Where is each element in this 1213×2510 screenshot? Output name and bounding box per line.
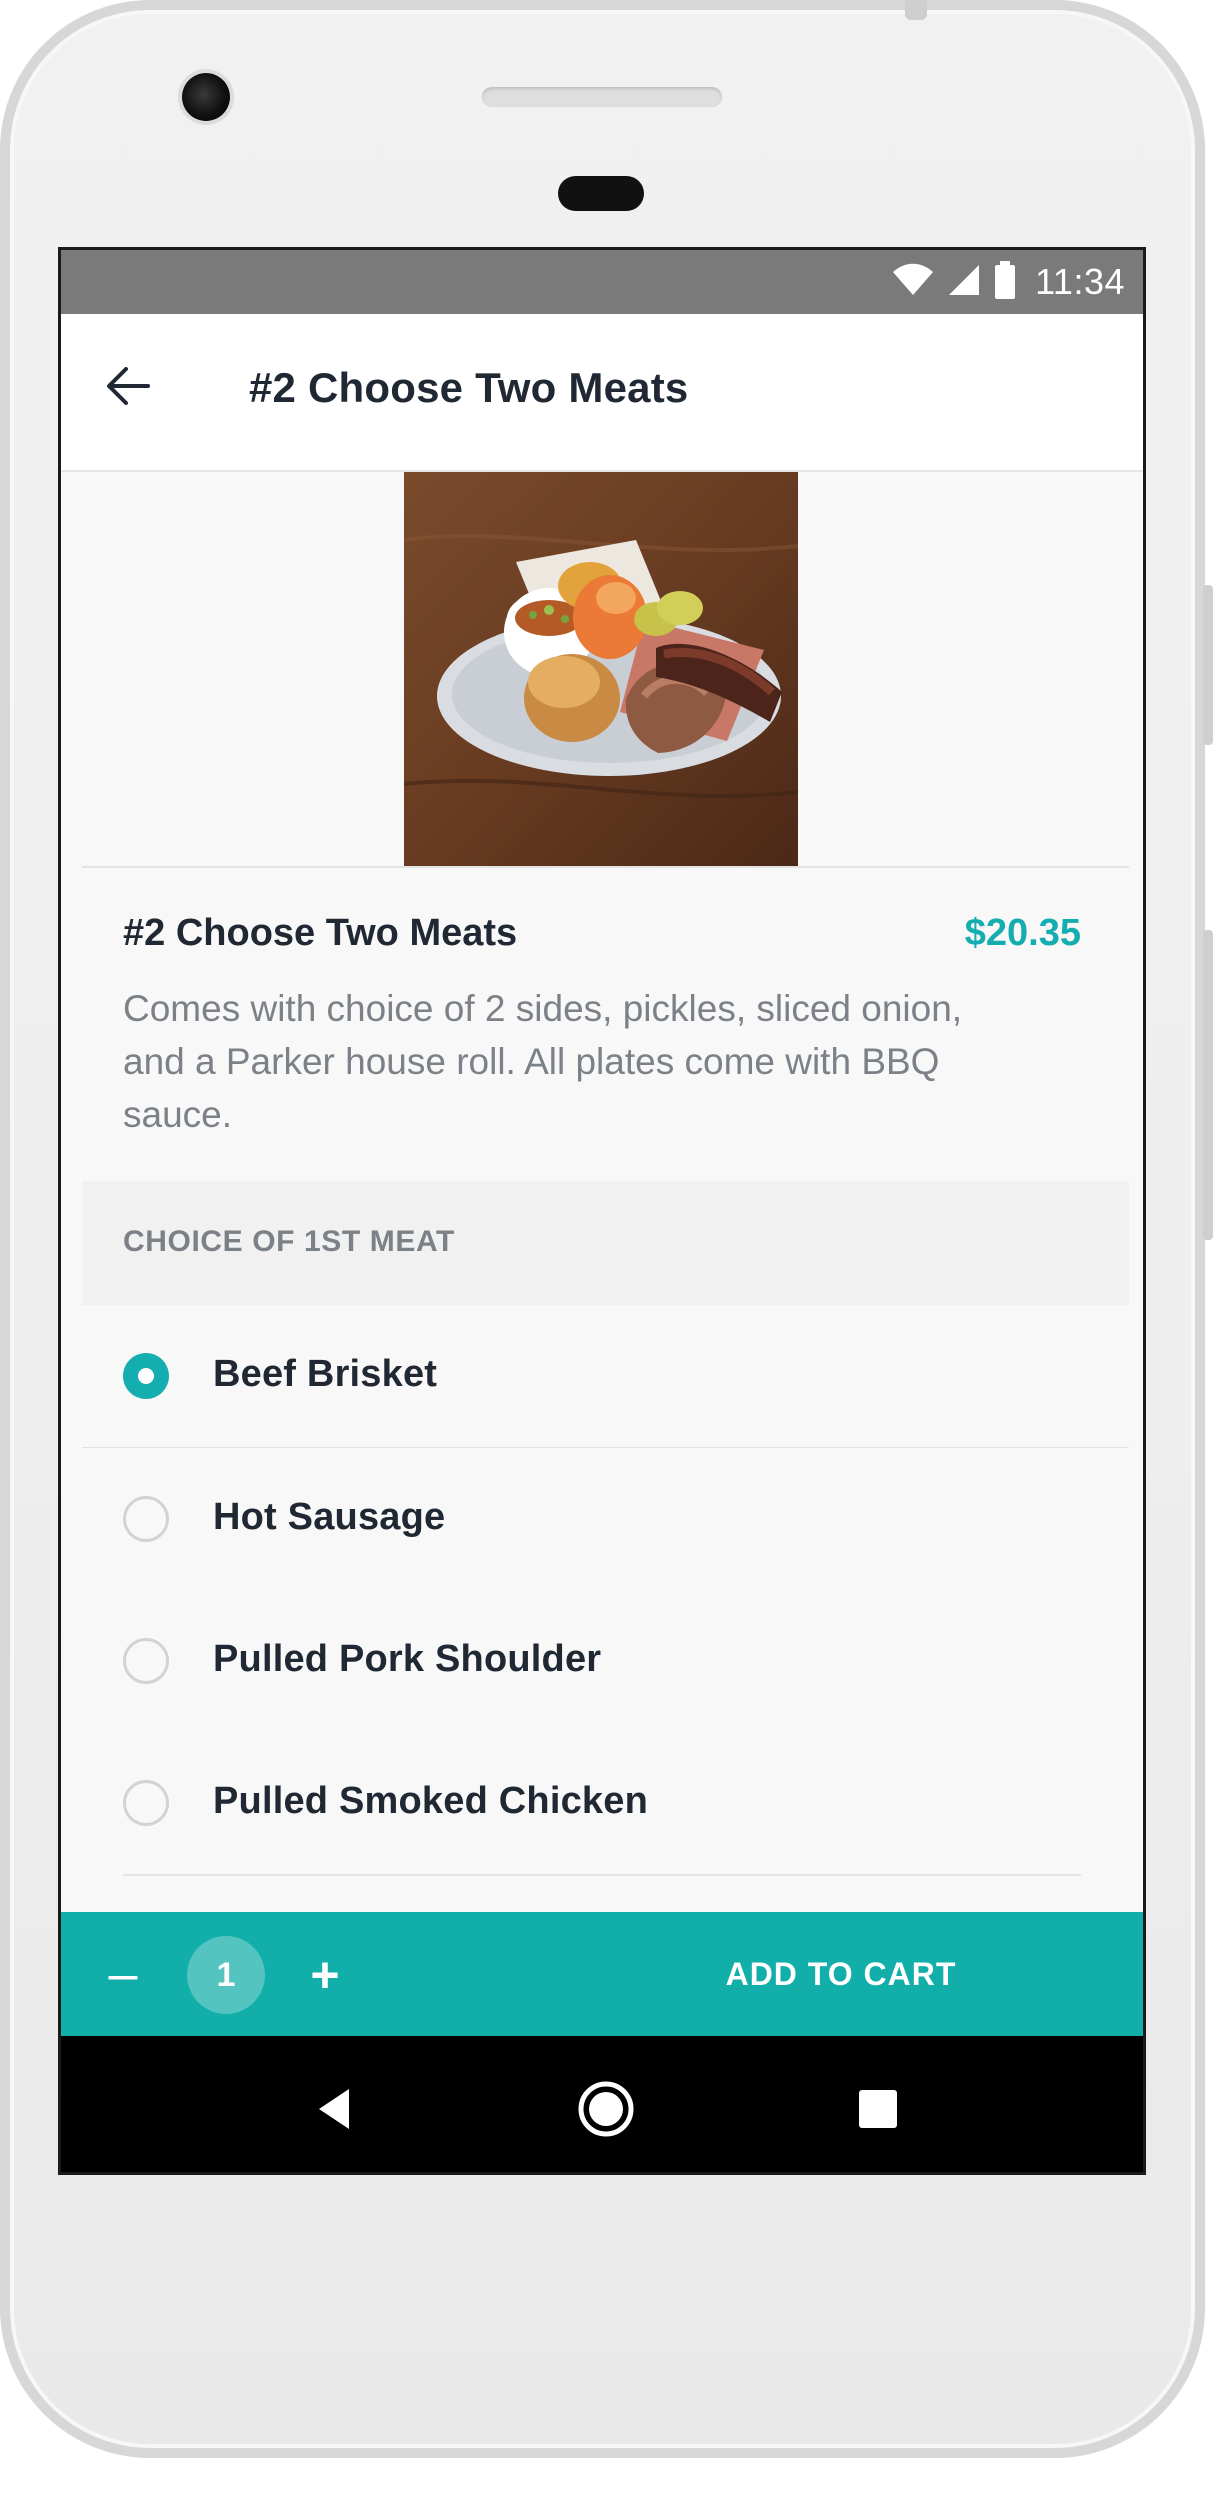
radio-selected-icon[interactable]: [123, 1353, 169, 1399]
wifi-icon: [891, 263, 935, 301]
phone-screen: 11:34 #2 Choose Two Meats #2 Choose Two …: [58, 247, 1146, 2175]
front-camera: [182, 73, 230, 121]
cell-signal-icon: [947, 263, 981, 301]
option-label: Hot Sausage: [213, 1496, 446, 1538]
volume-button: [1203, 930, 1213, 1240]
phone-top-notch: [905, 0, 927, 20]
nav-recents-button[interactable]: [841, 2074, 915, 2148]
row-divider: [123, 1874, 1081, 1876]
nav-back-icon: [307, 2082, 361, 2140]
page-title: #2 Choose Two Meats: [249, 364, 689, 411]
status-bar: 11:34: [61, 250, 1143, 314]
option-label: Pulled Smoked Chicken: [213, 1780, 648, 1822]
item-description: Comes with choice of 2 sides, pickles, s…: [123, 988, 963, 1135]
increase-quantity-button[interactable]: +: [297, 1947, 353, 2003]
earpiece-speaker: [482, 87, 722, 107]
back-button[interactable]: [96, 356, 160, 420]
option-pulled-pork-shoulder[interactable]: Pulled Pork Shoulder: [82, 1590, 1129, 1734]
status-icons: 11:34: [891, 260, 1125, 304]
radio-unselected-icon[interactable]: [123, 1780, 169, 1826]
radio-unselected-icon[interactable]: [123, 1496, 169, 1542]
option-label: Beef Brisket: [213, 1353, 438, 1395]
decrease-quantity-button[interactable]: –: [95, 1946, 151, 2002]
option-label: Pulled Pork Shoulder: [213, 1638, 602, 1680]
proximity-sensor: [558, 176, 644, 211]
power-button: [1203, 585, 1213, 745]
back-arrow-icon: [104, 365, 152, 411]
option-hot-sausage[interactable]: Hot Sausage: [82, 1448, 1129, 1592]
device-mockup: 11:34 #2 Choose Two Meats #2 Choose Two …: [0, 0, 1213, 2510]
radio-unselected-icon[interactable]: [123, 1638, 169, 1684]
section-title: CHOICE OF 1ST MEAT: [123, 1225, 455, 1258]
bbq-plate-image: [404, 472, 798, 866]
app-bar: #2 Choose Two Meats: [61, 314, 1143, 472]
battery-icon: [993, 260, 1017, 304]
option-pulled-smoked-chicken[interactable]: Pulled Smoked Chicken: [82, 1732, 1129, 1876]
image-divider: [82, 866, 1129, 868]
nav-home-button[interactable]: [569, 2074, 643, 2148]
nav-back-button[interactable]: [297, 2074, 371, 2148]
option-beef-brisket[interactable]: Beef Brisket: [82, 1305, 1129, 1449]
item-price: $20.35: [964, 912, 1081, 954]
item-name: #2 Choose Two Meats: [123, 912, 518, 954]
quantity-badge: 1: [187, 1936, 265, 2014]
meat-choice-header: CHOICE OF 1ST MEAT: [82, 1181, 1129, 1305]
cart-action-bar: – 1 + ADD TO CART: [61, 1912, 1143, 2036]
add-to-cart-button[interactable]: ADD TO CART: [581, 1912, 1101, 2036]
android-navigation-bar: [61, 2036, 1143, 2172]
status-time: 11:34: [1035, 261, 1125, 302]
nav-recents-icon: [851, 2082, 905, 2140]
nav-home-icon: [573, 2076, 639, 2146]
menu-item-content: #2 Choose Two Meats $20.35 Comes with ch…: [61, 472, 1143, 1912]
